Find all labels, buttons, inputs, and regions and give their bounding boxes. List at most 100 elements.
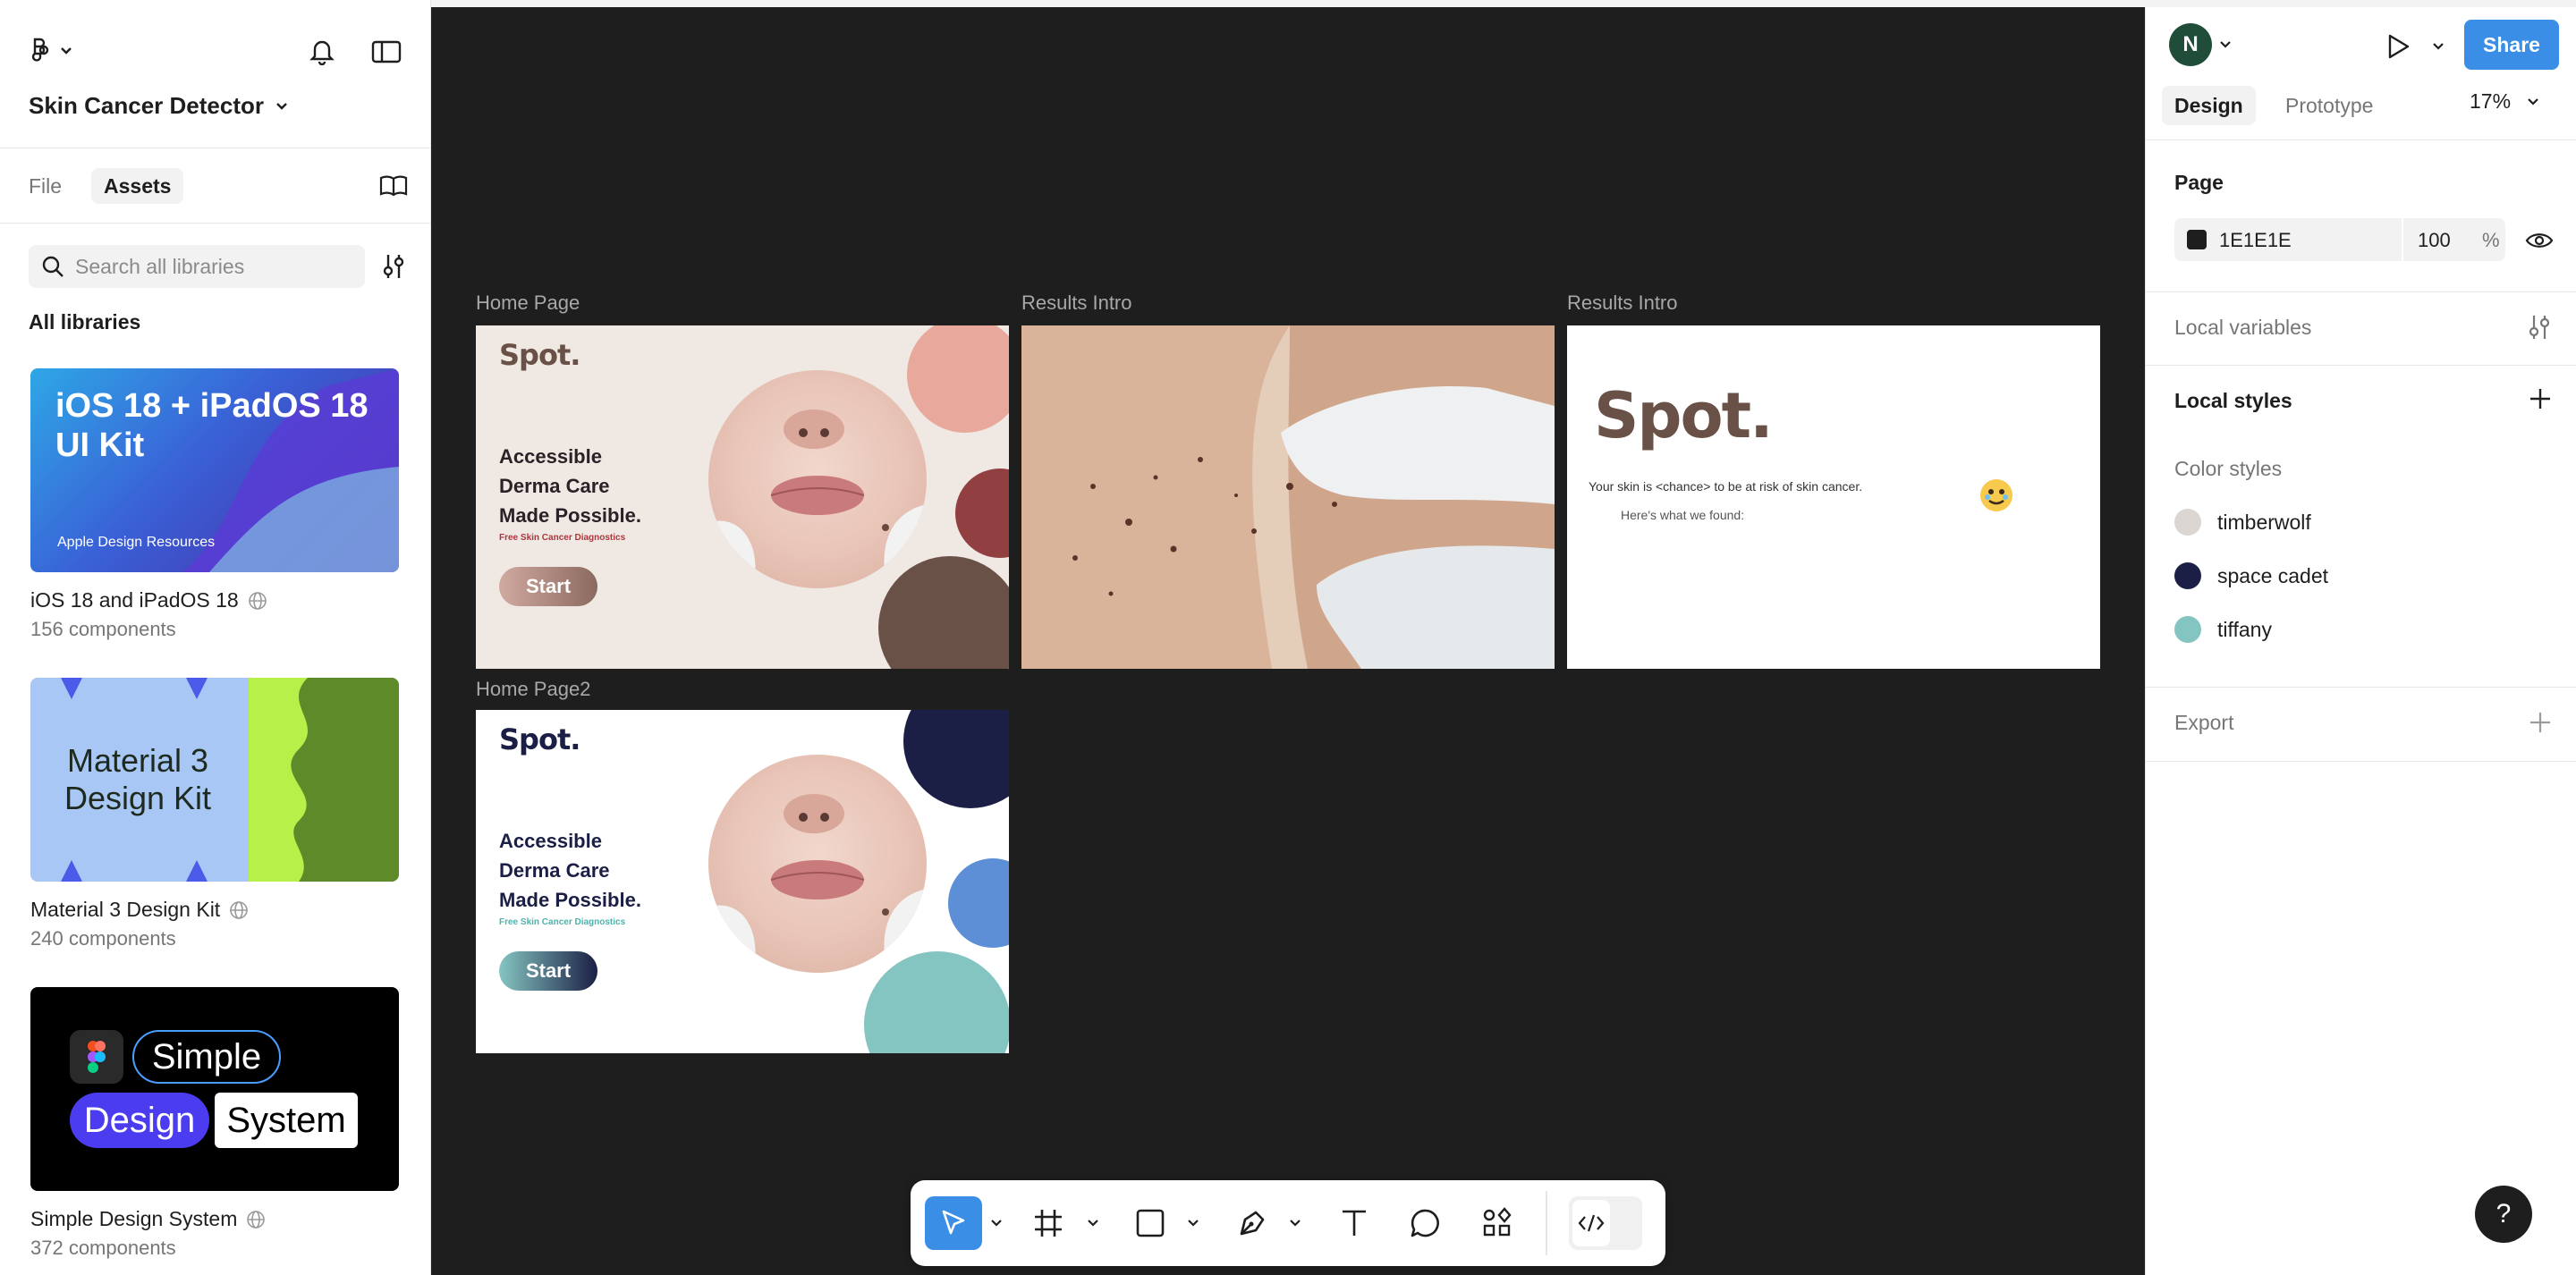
hero-subtitle: Free Skin Cancer Diagnostics [499,917,626,927]
present-menu-caret[interactable] [2432,39,2445,55]
tab-file[interactable]: File [16,168,74,204]
library-card-simple[interactable]: Simple Design System Simple Design Syste… [30,987,399,1260]
add-export-button[interactable] [2529,711,2552,739]
dev-mode-toggle[interactable] [1569,1196,1642,1250]
page-color-opacity[interactable]: 100 [2418,229,2451,252]
library-thumb-title: iOS 18 + iPadOS 18 UI Kit [55,387,369,464]
globe-icon [248,591,267,610]
export-section[interactable]: Export [2146,687,2576,762]
search-icon [42,256,64,277]
avatar-menu-caret[interactable] [2219,38,2232,54]
spot-logo: Spot. [499,338,580,372]
spot-logo-large: Spot. [1594,379,1774,452]
field-divider [2402,218,2403,261]
comment-tool-button[interactable] [1399,1196,1453,1250]
variables-settings-button[interactable] [2527,314,2552,345]
zoom-control[interactable]: 17% [2470,89,2539,114]
library-card-ios[interactable]: iOS 18 + iPadOS 18 UI Kit Apple Design R… [30,368,399,641]
frame-home-page[interactable]: Spot. Accessible Derma Care Made Possibl… [476,325,1009,669]
frame-label-results-intro[interactable]: Results Intro [1021,291,1132,315]
chevron-down-icon [1088,1220,1098,1227]
search-input[interactable] [75,254,343,279]
library-thumbnail: Material 3 Design Kit [30,678,399,882]
search-box[interactable] [29,245,365,288]
frame-label-results-intro-2[interactable]: Results Intro [1567,291,1678,315]
toggle-sidebar-button[interactable] [369,36,404,68]
decor-circle [903,710,1009,808]
frame-tool-caret[interactable] [1084,1212,1102,1234]
tab-prototype[interactable]: Prototype [2273,86,2385,125]
visibility-toggle[interactable] [2523,227,2555,254]
move-tool-caret[interactable] [987,1212,1005,1234]
decor-circle [948,858,1009,948]
move-tool-button[interactable] [925,1196,982,1250]
hero-headline: Accessible Derma Care Made Possible. [499,830,641,911]
chevron-down-icon [1290,1220,1301,1227]
tab-assets[interactable]: Assets [91,168,184,204]
frame-results-intro-text[interactable]: Spot. Your skin is <chance> to be at ris… [1567,325,2100,669]
text-tool-button[interactable] [1327,1196,1381,1250]
chevron-down-icon [991,1220,1002,1227]
page-color-swatch[interactable] [2187,230,2207,249]
page-section: Page [2146,139,2576,291]
figma-logo-icon [31,38,72,62]
all-libraries-heading: All libraries [29,310,141,334]
add-style-button[interactable] [2529,387,2552,415]
frame-label-home-page2[interactable]: Home Page2 [476,678,590,701]
pen-tool-caret[interactable] [1286,1212,1304,1234]
page-color-field[interactable]: 1E1E1E 100 % [2174,218,2505,261]
color-style-name: space cadet [2217,563,2329,587]
left-sidebar: Skin Cancer Detector File Assets All lib… [0,0,431,1275]
library-book-button[interactable] [376,168,411,204]
local-variables-section[interactable]: Local variables [2146,291,2576,365]
bottom-toolbar [911,1180,1665,1266]
library-filter-button[interactable] [376,249,411,284]
shape-tool-caret[interactable] [1184,1212,1202,1234]
library-card-material[interactable]: Material 3 Design Kit Material 3 Design … [30,678,399,950]
figma-menu-button[interactable] [27,36,80,66]
design-canvas[interactable]: Home Page Results Intro Results Intro Ho… [431,7,2145,1275]
frame-home-page2[interactable]: Spot. Accessible Derma Care Made Possibl… [476,710,1009,1053]
color-style-item[interactable]: space cadet [2174,562,2328,589]
chevron-down-icon [2220,41,2231,48]
decor-circle [878,556,1009,669]
page-color-hex[interactable]: 1E1E1E [2219,229,2292,252]
sliders-icon [383,255,404,278]
color-style-item[interactable]: timberwolf [2174,509,2311,536]
project-title[interactable]: Skin Cancer Detector [29,92,289,120]
library-name: Material 3 Design Kit [30,898,221,921]
start-button[interactable]: Start [499,567,597,606]
local-styles-title: Local styles [2174,389,2292,412]
help-button[interactable]: ? [2475,1186,2532,1243]
library-count: 372 components [30,1237,176,1259]
left-tabs: File Assets [0,148,430,224]
shape-tool-button[interactable] [1123,1196,1177,1250]
sliders-icon [2529,316,2550,339]
library-thumb-footer: Apple Design Resources [57,535,216,550]
emoji-icon [1980,479,2012,511]
frame-tool-button[interactable] [1021,1196,1075,1250]
book-icon [379,175,408,197]
frame-results-intro-photo[interactable] [1021,325,1555,669]
notifications-button[interactable] [304,36,340,68]
pen-tool-button[interactable] [1225,1196,1279,1250]
skin-photo [708,755,927,973]
local-variables-title: Local variables [2174,316,2312,339]
user-avatar[interactable]: N [2169,23,2212,66]
tab-design[interactable]: Design [2162,86,2256,125]
spot-logo: Spot. [499,722,580,756]
cursor-icon [942,1210,965,1235]
color-style-name: timberwolf [2217,510,2311,534]
project-title-text: Skin Cancer Detector [29,92,264,119]
frame-label-home-page[interactable]: Home Page [476,291,580,315]
library-thumbnail: iOS 18 + iPadOS 18 UI Kit Apple Design R… [30,368,399,572]
figma-app-icon [70,1030,123,1084]
library-count: 156 components [30,618,176,640]
present-button[interactable] [2382,30,2414,63]
share-button[interactable]: Share [2464,20,2559,70]
actions-tool-button[interactable] [1470,1196,1524,1250]
color-style-item[interactable]: tiffany [2174,616,2272,643]
export-title: Export [2174,711,2234,734]
results-line-2: Here's what we found: [1621,508,1745,522]
start-button[interactable]: Start [499,951,597,991]
